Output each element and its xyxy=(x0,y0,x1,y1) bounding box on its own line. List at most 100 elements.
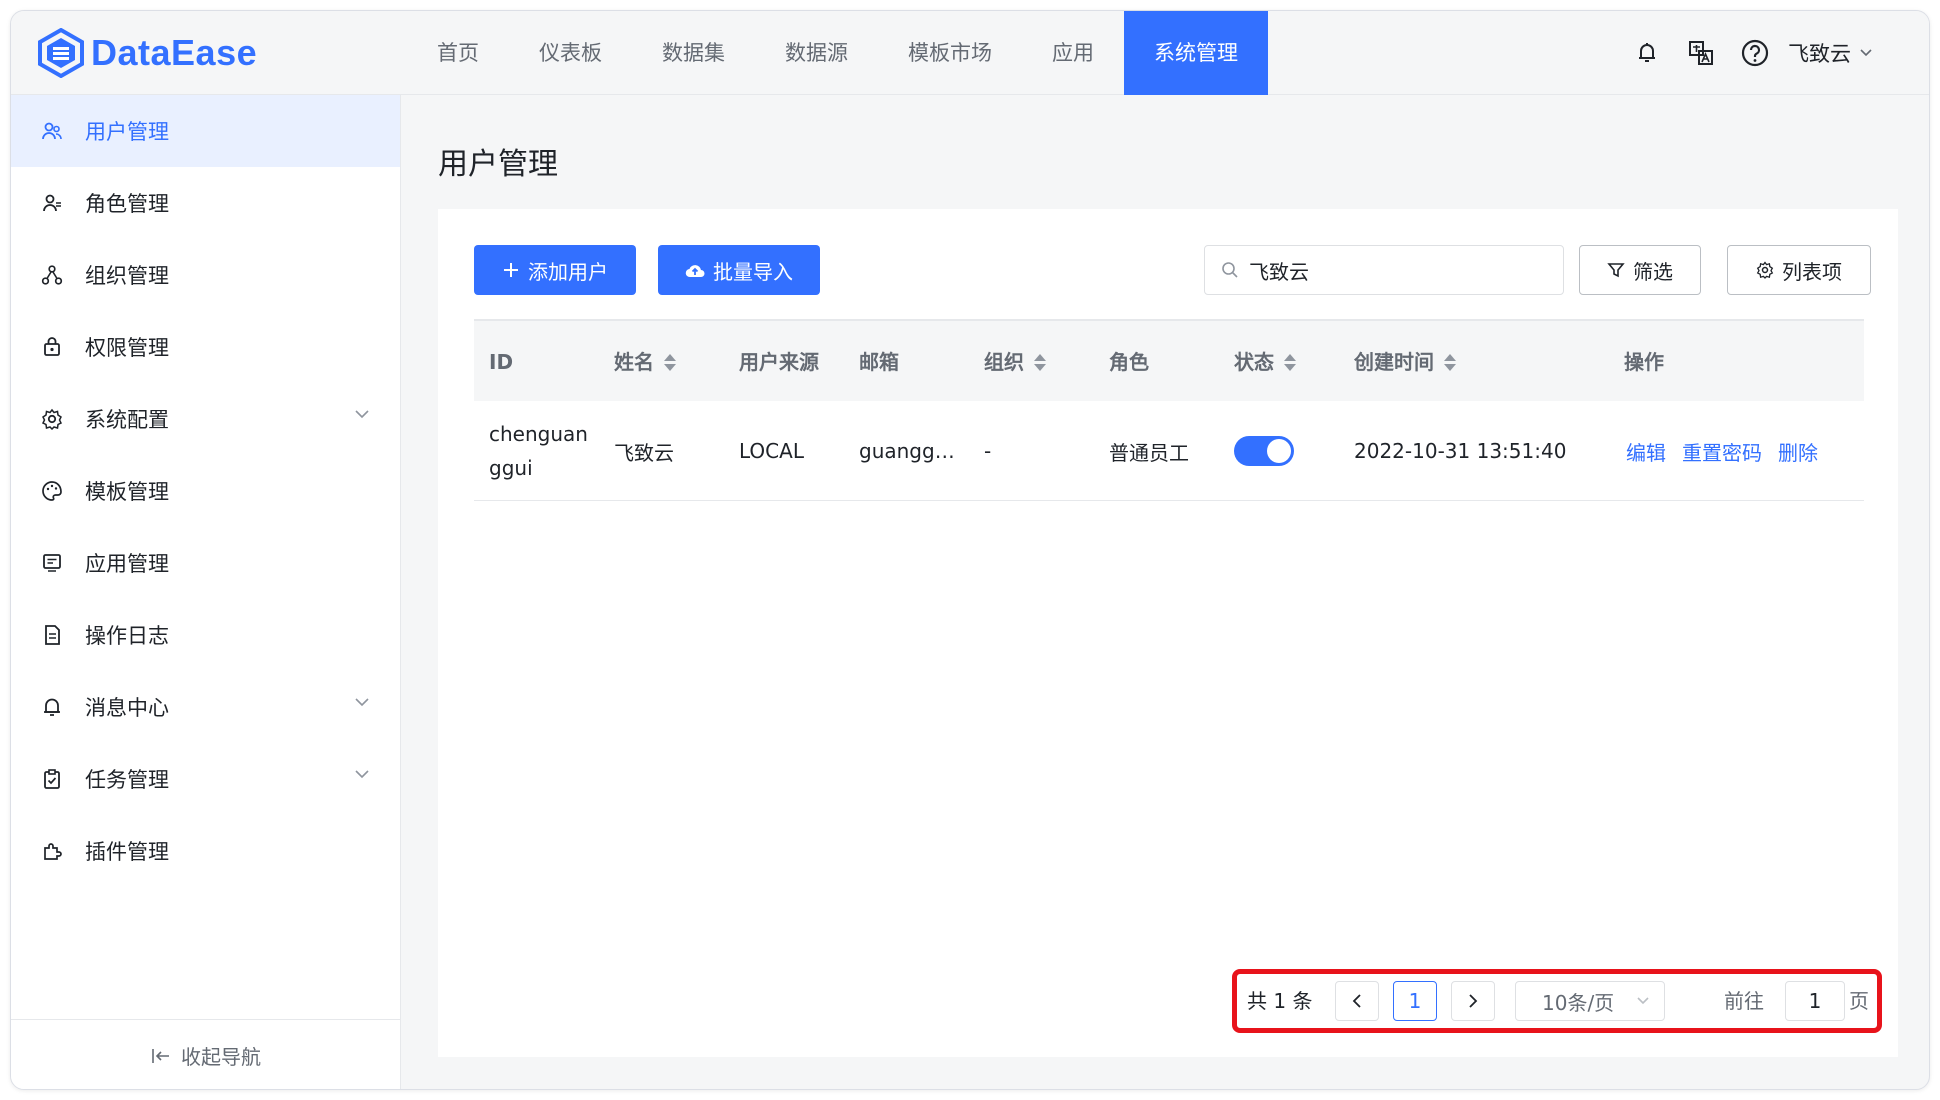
collapse-nav-button[interactable]: 收起导航 xyxy=(11,1019,401,1089)
nav-dashboard[interactable]: 仪表板 xyxy=(509,11,632,95)
app-window: DataEase 首页 仪表板 数据集 数据源 模板市场 应用 系统管理 飞致云 xyxy=(10,10,1930,1090)
prev-page-button[interactable] xyxy=(1335,981,1379,1021)
sort-icon[interactable] xyxy=(1034,353,1046,371)
cell-email: guangg… xyxy=(859,439,955,463)
sidebar: 用户管理 角色管理 组织管理 权限管理 系统配置 模板管理 应用管理 操作日志 … xyxy=(11,95,401,1089)
add-user-button[interactable]: 添加用户 xyxy=(474,245,636,295)
plugin-icon xyxy=(41,840,63,862)
lock-icon xyxy=(41,336,63,358)
sidebar-item-messages[interactable]: 消息中心 xyxy=(11,671,400,743)
sidebar-item-tasks[interactable]: 任务管理 xyxy=(11,743,400,815)
chevron-down-icon xyxy=(1860,49,1872,57)
sidebar-item-label: 角色管理 xyxy=(85,192,169,216)
bell-icon[interactable] xyxy=(1632,38,1662,68)
col-header-source: 用户来源 xyxy=(739,350,819,374)
columns-label: 列表项 xyxy=(1782,259,1842,284)
sidebar-item-label: 消息中心 xyxy=(85,696,169,720)
filter-button[interactable]: 筛选 xyxy=(1579,245,1701,295)
nav-dataset[interactable]: 数据集 xyxy=(632,11,755,95)
status-toggle[interactable] xyxy=(1234,436,1294,466)
search-input[interactable] xyxy=(1249,258,1549,282)
sidebar-item-plugins[interactable]: 插件管理 xyxy=(11,815,400,887)
cloud-upload-icon xyxy=(685,262,705,278)
nav-template-market[interactable]: 模板市场 xyxy=(878,11,1022,95)
help-icon[interactable] xyxy=(1740,38,1770,68)
sidebar-item-label: 用户管理 xyxy=(85,120,169,144)
plus-icon xyxy=(502,261,520,279)
toggle-knob xyxy=(1267,439,1291,463)
role-icon xyxy=(41,192,63,214)
search-icon xyxy=(1222,262,1238,278)
table-header: ID 姓名 用户来源 邮箱 组织 角色 状态 创建时间 操作 xyxy=(474,319,1864,401)
task-icon xyxy=(41,768,63,790)
logo-text: DataEase xyxy=(91,32,258,73)
page-title: 用户管理 xyxy=(438,147,558,182)
filter-label: 筛选 xyxy=(1633,259,1673,284)
page-number-button[interactable]: 1 xyxy=(1393,981,1437,1021)
col-header-role: 角色 xyxy=(1109,350,1149,374)
filter-icon xyxy=(1607,261,1625,279)
top-right-tools: 飞致云 xyxy=(1608,11,1873,95)
sort-icon[interactable] xyxy=(1284,353,1296,371)
top-bar: DataEase 首页 仪表板 数据集 数据源 模板市场 应用 系统管理 飞致云 xyxy=(11,11,1929,95)
edit-link[interactable]: 编辑 xyxy=(1626,437,1666,466)
nav-system-management[interactable]: 系统管理 xyxy=(1124,11,1268,95)
search-box[interactable] xyxy=(1204,245,1564,295)
page-suffix: 页 xyxy=(1849,989,1869,1013)
org-icon xyxy=(41,264,63,286)
goto-page-input[interactable] xyxy=(1785,981,1845,1021)
sidebar-item-label: 组织管理 xyxy=(85,264,169,288)
log-icon xyxy=(41,624,63,646)
palette-icon xyxy=(41,480,63,502)
nav-datasource[interactable]: 数据源 xyxy=(755,11,878,95)
nav-apps[interactable]: 应用 xyxy=(1022,11,1124,95)
sidebar-item-templates[interactable]: 模板管理 xyxy=(11,455,400,527)
col-header-id: ID xyxy=(489,350,514,374)
col-header-created[interactable]: 创建时间 xyxy=(1354,321,1456,403)
bell-icon xyxy=(41,696,63,718)
chevron-left-icon xyxy=(1352,994,1361,1008)
cell-role: 普通员工 xyxy=(1109,440,1189,465)
next-page-button[interactable] xyxy=(1451,981,1495,1021)
page-size-select[interactable]: 10条/页 xyxy=(1515,981,1665,1021)
nav-home[interactable]: 首页 xyxy=(407,11,509,95)
delete-link[interactable]: 删除 xyxy=(1778,437,1818,466)
reset-password-link[interactable]: 重置密码 xyxy=(1682,437,1762,466)
user-menu[interactable]: 飞致云 xyxy=(1788,38,1873,68)
cell-org: - xyxy=(984,439,992,463)
sidebar-item-logs[interactable]: 操作日志 xyxy=(11,599,400,671)
chevron-down-icon xyxy=(355,770,369,779)
sidebar-item-label: 任务管理 xyxy=(85,768,169,792)
sidebar-item-permissions[interactable]: 权限管理 xyxy=(11,311,400,383)
col-header-status[interactable]: 状态 xyxy=(1234,321,1296,403)
sidebar-item-system-config[interactable]: 系统配置 xyxy=(11,383,400,455)
cell-actions: 编辑 重置密码 删除 xyxy=(1626,401,1834,501)
chevron-down-icon xyxy=(1637,997,1649,1005)
chevron-right-icon xyxy=(1469,994,1478,1008)
sidebar-item-label: 系统配置 xyxy=(85,408,169,432)
user-name: 飞致云 xyxy=(1788,42,1851,66)
cell-id: chenguanggui xyxy=(489,422,588,480)
sort-icon[interactable] xyxy=(664,353,676,371)
top-nav: 首页 仪表板 数据集 数据源 模板市场 应用 系统管理 xyxy=(407,11,1268,95)
sidebar-item-label: 操作日志 xyxy=(85,624,169,648)
sort-icon[interactable] xyxy=(1444,353,1456,371)
col-header-org[interactable]: 组织 xyxy=(984,321,1046,403)
user-list-card: 添加用户 批量导入 筛选 列表项 ID 姓名 用户来源 邮箱 组织 xyxy=(438,209,1898,1057)
sidebar-item-apps[interactable]: 应用管理 xyxy=(11,527,400,599)
batch-import-button[interactable]: 批量导入 xyxy=(658,245,820,295)
columns-button[interactable]: 列表项 xyxy=(1727,245,1871,295)
user-table: ID 姓名 用户来源 邮箱 组织 角色 状态 创建时间 操作 chenguang… xyxy=(474,319,1864,501)
chevron-down-icon xyxy=(355,410,369,419)
sidebar-item-label: 权限管理 xyxy=(85,336,169,360)
gear-icon xyxy=(41,408,63,430)
logo[interactable]: DataEase xyxy=(37,27,257,79)
col-header-name[interactable]: 姓名 xyxy=(614,321,676,403)
sidebar-item-roles[interactable]: 角色管理 xyxy=(11,167,400,239)
sidebar-item-label: 模板管理 xyxy=(85,480,169,504)
sidebar-item-org[interactable]: 组织管理 xyxy=(11,239,400,311)
gear-icon xyxy=(1756,261,1774,279)
cell-status xyxy=(1234,401,1294,501)
translate-icon[interactable] xyxy=(1686,38,1716,68)
sidebar-item-users[interactable]: 用户管理 xyxy=(11,95,400,167)
